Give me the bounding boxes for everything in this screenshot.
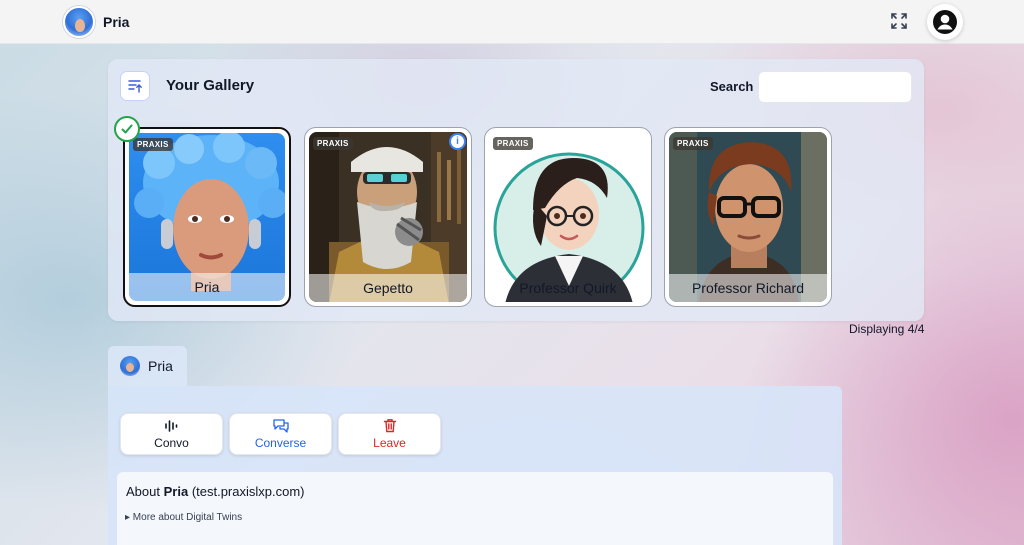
more-about-digital-twins-toggle[interactable]: ▸ More about Digital Twins <box>125 512 242 523</box>
card-name: Gepetto <box>309 274 467 302</box>
card-name: Professor Richard <box>669 274 827 302</box>
brand-name: Pria <box>103 14 130 30</box>
gallery-card-pria[interactable]: PRAXIS Pria <box>123 127 291 307</box>
audio-wave-icon <box>164 419 177 432</box>
convo-button[interactable]: Convo <box>120 413 223 455</box>
converse-label: Converse <box>254 436 307 450</box>
chat-bubbles-icon <box>272 419 289 433</box>
top-bar: Pria <box>0 0 1024 44</box>
gallery-panel: Your Gallery Search PRAXIS Pria PRAXIS G… <box>108 59 924 321</box>
gallery-card-professor-quirk[interactable]: PRAXIS Professor Quirk <box>484 127 652 307</box>
brand-avatar <box>63 6 95 38</box>
card-name: Pria <box>129 273 285 301</box>
leave-button[interactable]: Leave <box>338 413 441 455</box>
praxis-badge: PRAXIS <box>493 137 533 150</box>
info-icon[interactable]: i <box>449 133 466 150</box>
agent-panel: Convo Converse Leave About Pria (test.pr… <box>108 386 842 545</box>
sort-button[interactable] <box>120 71 150 101</box>
trash-icon <box>383 419 396 433</box>
praxis-badge: PRAXIS <box>133 138 173 151</box>
gallery-card-professor-richard[interactable]: PRAXIS Professor Richard <box>664 127 832 307</box>
praxis-badge: PRAXIS <box>313 137 353 150</box>
displaying-count: Displaying 4/4 <box>849 322 925 336</box>
search-input[interactable] <box>758 71 912 103</box>
praxis-badge: PRAXIS <box>673 137 713 150</box>
sort-icon <box>128 80 142 93</box>
agent-tab-pria[interactable]: Pria <box>108 346 187 386</box>
search-label: Search <box>710 79 754 94</box>
brand[interactable]: Pria <box>63 6 129 38</box>
expand-icon[interactable] <box>890 12 908 30</box>
user-account-icon[interactable] <box>927 4 963 40</box>
gallery-title: Your Gallery <box>166 77 255 94</box>
converse-button[interactable]: Converse <box>229 413 332 455</box>
agent-avatar <box>120 356 140 376</box>
about-title: About Pria (test.praxislxp.com) <box>126 484 305 499</box>
convo-label: Convo <box>154 435 189 450</box>
agent-tab-label: Pria <box>148 358 173 374</box>
leave-label: Leave <box>373 436 406 450</box>
selected-check-icon <box>114 116 140 142</box>
gallery-card-gepetto[interactable]: PRAXIS Gepetto <box>304 127 472 307</box>
about-section: About Pria (test.praxislxp.com) ▸ More a… <box>117 472 833 545</box>
card-name: Professor Quirk <box>519 280 617 296</box>
